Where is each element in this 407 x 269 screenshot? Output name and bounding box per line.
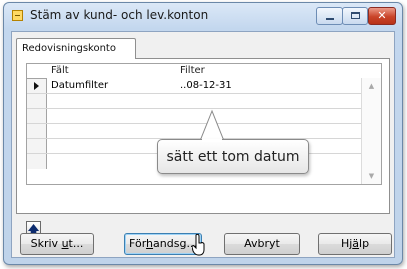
close-icon: ✕ xyxy=(377,9,387,22)
current-row-icon xyxy=(34,82,39,90)
callout-tooltip: sätt ett tom datum xyxy=(157,139,309,174)
scroll-down-icon[interactable]: ▼ xyxy=(362,172,381,180)
callout-text: sätt ett tom datum xyxy=(166,149,300,165)
column-header-filter[interactable]: Filter xyxy=(180,65,205,76)
window-title: Stäm av kund- och lev.konton xyxy=(30,8,209,22)
table-row[interactable] xyxy=(27,94,361,109)
close-button[interactable]: ✕ xyxy=(368,7,396,25)
table-row[interactable] xyxy=(27,124,361,139)
column-header-field[interactable]: Fält xyxy=(51,65,69,76)
scroll-up-icon[interactable]: ▲ xyxy=(362,82,381,90)
row-selector[interactable] xyxy=(27,154,47,169)
tab-panel: Fält Filter Datumfilter ..08-12-31 ▲ ▼ 🡅 xyxy=(16,58,390,236)
minimize-button[interactable] xyxy=(316,7,343,25)
title-bar[interactable]: Stäm av kund- och lev.konton ✕ xyxy=(4,3,402,31)
cell-filter[interactable]: ..08-12-31 xyxy=(180,80,232,91)
row-selector[interactable] xyxy=(27,124,47,138)
dialog-window: Stäm av kund- och lev.konton ✕ Redovisni… xyxy=(3,2,403,265)
print-button[interactable]: Skriv ut... xyxy=(20,233,94,255)
grid-scrollbar[interactable]: ▲ ▼ xyxy=(361,78,381,184)
tab-redovisningskonto[interactable]: Redovisningskonto xyxy=(16,38,136,59)
maximize-button[interactable] xyxy=(342,7,368,25)
table-row[interactable] xyxy=(27,109,361,124)
row-selector[interactable] xyxy=(27,109,47,123)
app-icon[interactable] xyxy=(12,10,23,21)
row-selector[interactable] xyxy=(27,79,47,93)
grid-header: Fält Filter xyxy=(27,64,381,78)
minimize-icon xyxy=(326,18,334,20)
help-button[interactable]: Hjälp xyxy=(318,233,392,255)
table-row[interactable]: Datumfilter ..08-12-31 xyxy=(27,79,361,94)
cell-field[interactable]: Datumfilter xyxy=(51,80,108,91)
tab-label: Redovisningskonto xyxy=(22,43,116,54)
row-selector[interactable] xyxy=(27,139,47,153)
row-selector[interactable] xyxy=(27,94,47,108)
maximize-icon xyxy=(351,12,360,19)
cancel-button[interactable]: Avbryt xyxy=(224,233,300,255)
preview-button[interactable]: Förhandsg... xyxy=(124,233,202,255)
